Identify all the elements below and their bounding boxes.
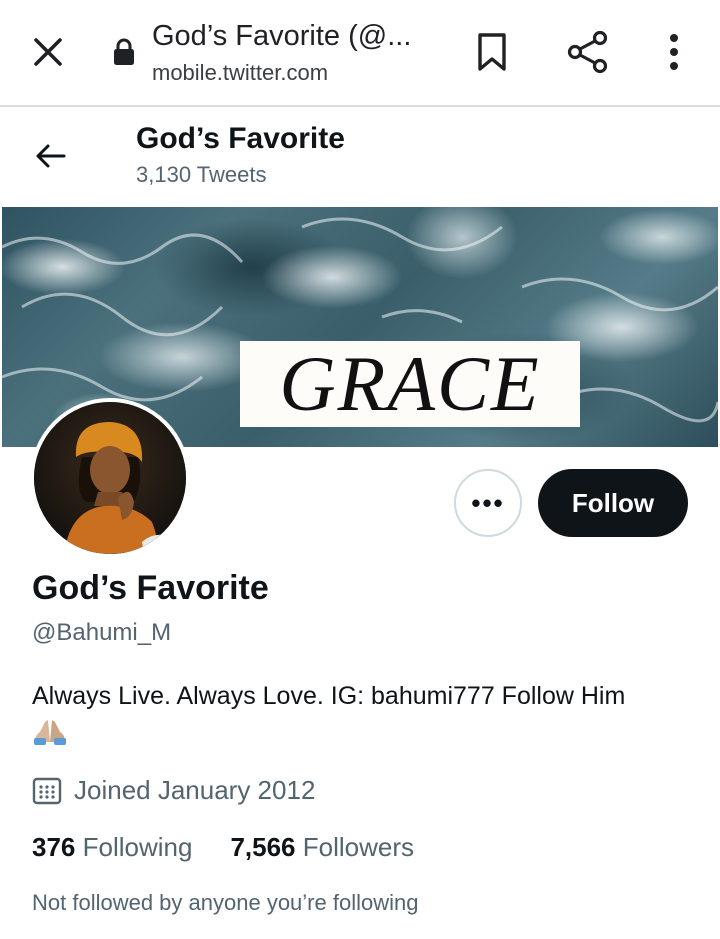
back-arrow-icon[interactable] — [32, 138, 68, 174]
profile-handle: @Bahumi_M — [32, 619, 172, 646]
more-dots-icon: ••• — [471, 487, 505, 518]
calendar-icon — [32, 777, 62, 804]
following-count: 376 — [32, 832, 76, 862]
joined-text: Joined January 2012 — [74, 775, 316, 805]
bio-text: Always Live. Always Love. IG: bahumi777 … — [32, 682, 626, 710]
followers-count: 7,566 — [230, 832, 296, 862]
follow-button[interactable]: Follow — [538, 469, 688, 537]
avatar-photo — [34, 402, 186, 554]
joined-date: Joined January 2012 — [32, 775, 315, 806]
profile-bio: Always Live. Always Love. IG: bahumi777 … — [32, 678, 702, 756]
following-link[interactable]: 376 Following — [32, 832, 192, 863]
bookmark-icon[interactable] — [474, 32, 510, 72]
url-text[interactable]: mobile.twitter.com — [152, 60, 328, 86]
more-vert-icon[interactable] — [658, 30, 690, 74]
grace-sign: GRACE — [240, 341, 580, 427]
follow-stats: 376 Following 7,566 Followers — [32, 832, 414, 863]
followers-link[interactable]: 7,566 Followers — [230, 832, 414, 863]
following-label: Following — [82, 832, 193, 862]
tweet-count: 3,130 Tweets — [136, 162, 267, 187]
page-title: God’s Favorite (@... — [152, 20, 412, 52]
not-followed-note: Not followed by anyone you’re following — [32, 890, 419, 915]
praying-hands-emoji — [32, 718, 702, 756]
more-options-button[interactable]: ••• — [454, 469, 522, 537]
share-icon[interactable] — [566, 30, 610, 74]
praying-hands-icon — [34, 720, 66, 745]
browser-toolbar: God’s Favorite (@... mobile.twitter.com — [0, 0, 720, 107]
lock-icon — [114, 38, 134, 65]
avatar[interactable] — [30, 398, 190, 558]
followers-label: Followers — [302, 832, 415, 862]
banner-text: GRACE — [279, 340, 541, 427]
profile-display-name: God’s Favorite — [32, 569, 269, 607]
header-name: God’s Favorite — [136, 122, 345, 155]
close-icon[interactable] — [30, 34, 66, 70]
